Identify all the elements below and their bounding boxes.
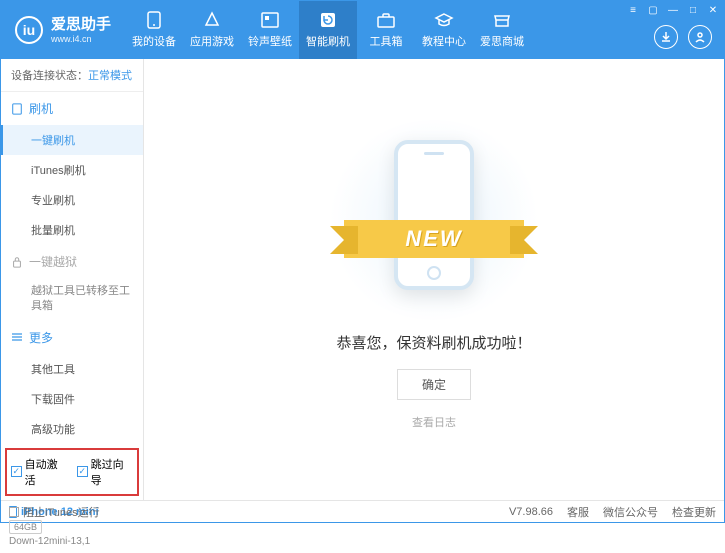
store-icon [492,11,512,29]
close-icon[interactable]: ✕ [706,3,720,17]
minimize-icon[interactable]: — [666,3,680,17]
jailbreak-note: 越狱工具已转移至工具箱 [1,278,143,321]
wallpaper-icon [260,11,280,29]
apps-icon [202,11,222,29]
skin-icon[interactable]: ▢ [646,3,660,17]
menu-icon [11,331,23,343]
status-value: 正常模式 [88,70,132,82]
phone-icon [144,11,164,29]
checkbox-skip-guide[interactable]: ✓跳过向导 [77,456,133,488]
chk-label: 阻止iTunes运行 [23,504,100,520]
check-icon: ✓ [77,466,88,477]
user-icon[interactable] [688,25,712,49]
nav-label: 应用游戏 [190,33,234,49]
maximize-icon[interactable]: □ [686,3,700,17]
ok-button[interactable]: 确定 [397,369,471,400]
nav-label: 我的设备 [132,33,176,49]
nav-label: 工具箱 [370,33,403,49]
success-illustration: NEW [334,130,534,310]
sidebar-item-itunes[interactable]: iTunes刷机 [1,155,143,185]
options-highlight: ✓自动激活 ✓跳过向导 [5,448,139,496]
phone-illustration-icon [394,140,474,290]
nav-flash[interactable]: 智能刷机 [299,1,357,59]
logo-icon: iu [15,16,43,44]
storage-badge: 64GB [9,520,42,534]
support-link[interactable]: 客服 [567,504,589,520]
section-label: 刷机 [29,100,53,117]
main-nav: 我的设备 应用游戏 铃声壁纸 智能刷机 工具箱 教程中心 爱思商城 [125,1,531,59]
nav-toolbox[interactable]: 工具箱 [357,1,415,59]
check-icon: ✓ [11,466,22,477]
chk-label: 自动激活 [25,456,67,488]
lock-icon [11,256,23,268]
sidebar: 设备连接状态：正常模式 刷机 一键刷机 iTunes刷机 专业刷机 批量刷机 一… [1,59,144,500]
new-ribbon: NEW [344,220,524,258]
nav-tutorials[interactable]: 教程中心 [415,1,473,59]
main-content: NEW 恭喜您，保资料刷机成功啦！ 确定 查看日志 [144,59,724,500]
refresh-icon [318,11,338,29]
logo: iu 爱思助手 www.i4.cn [1,16,125,45]
section-label: 更多 [29,329,53,346]
device-model: Down-12mini-13,1 [9,536,135,547]
section-jailbreak[interactable]: 一键越狱 [1,245,143,278]
nav-my-device[interactable]: 我的设备 [125,1,183,59]
sidebar-item-download[interactable]: 下载固件 [1,384,143,414]
view-log-link[interactable]: 查看日志 [412,414,456,430]
toolbox-icon [376,11,396,29]
nav-label: 教程中心 [422,33,466,49]
chk-label: 跳过向导 [91,456,133,488]
sidebar-item-other[interactable]: 其他工具 [1,354,143,384]
window-controls: ≡ ▢ — □ ✕ [626,3,720,17]
sidebar-item-batch[interactable]: 批量刷机 [1,215,143,245]
connection-status: 设备连接状态：正常模式 [1,59,143,92]
nav-label: 爱思商城 [480,33,524,49]
checkbox-icon [9,507,19,517]
menu-icon[interactable]: ≡ [626,3,640,17]
status-label: 设备连接状态： [11,70,88,82]
checkbox-block-itunes[interactable]: 阻止iTunes运行 [9,504,100,520]
graduation-icon [434,11,454,29]
nav-label: 铃声壁纸 [248,33,292,49]
section-label: 一键越狱 [29,253,77,270]
app-header: iu 爱思助手 www.i4.cn 我的设备 应用游戏 铃声壁纸 智能刷机 工具… [1,1,724,59]
checkbox-auto-activate[interactable]: ✓自动激活 [11,456,67,488]
version-label: V7.98.66 [509,506,553,518]
wechat-link[interactable]: 微信公众号 [603,504,658,520]
nav-store[interactable]: 爱思商城 [473,1,531,59]
section-flash[interactable]: 刷机 [1,92,143,125]
app-url: www.i4.cn [51,34,111,45]
sidebar-item-pro[interactable]: 专业刷机 [1,185,143,215]
success-message: 恭喜您，保资料刷机成功啦！ [336,332,531,353]
nav-apps[interactable]: 应用游戏 [183,1,241,59]
section-more[interactable]: 更多 [1,321,143,354]
nav-ringtones[interactable]: 铃声壁纸 [241,1,299,59]
phone-icon [11,103,23,115]
app-title: 爱思助手 [51,16,111,34]
sidebar-item-oneclick[interactable]: 一键刷机 [1,125,143,155]
download-icon[interactable] [654,25,678,49]
nav-label: 智能刷机 [306,33,350,49]
update-link[interactable]: 检查更新 [672,504,716,520]
sidebar-item-advanced[interactable]: 高级功能 [1,414,143,444]
